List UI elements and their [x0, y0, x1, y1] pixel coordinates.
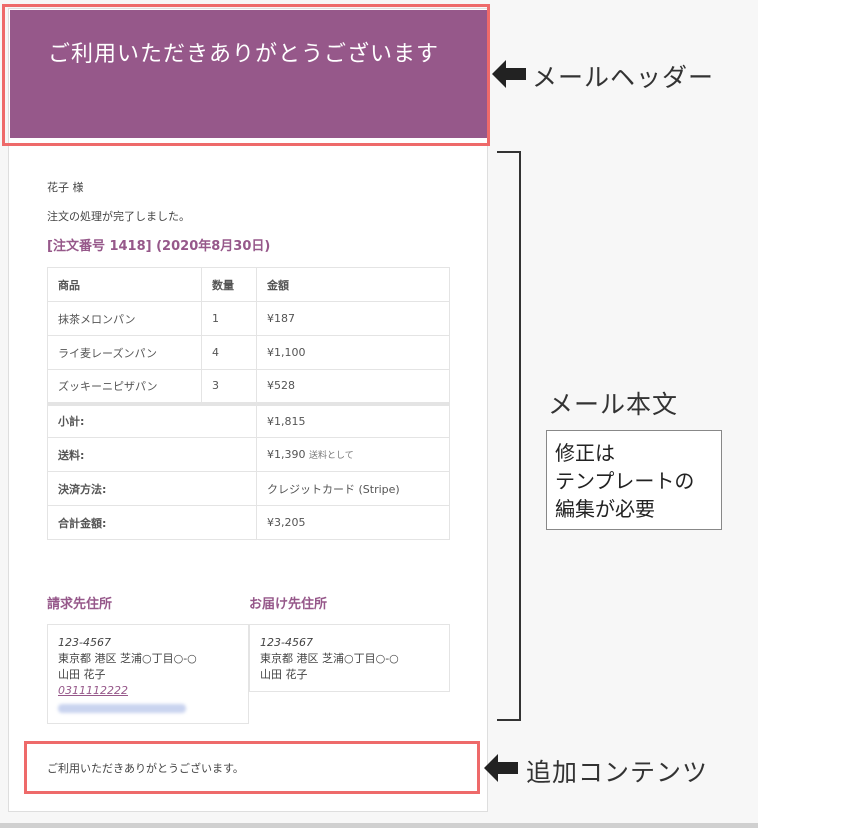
- totals-row: 決済方法: クレジットカード (Stripe): [47, 471, 450, 506]
- intro-text: 注文の処理が完了しました。: [47, 210, 190, 223]
- shipping-postal-code: 123-4567: [260, 636, 313, 649]
- column-header-qty: 数量: [201, 267, 257, 302]
- shipping-address-heading: お届け先住所: [249, 597, 328, 612]
- note-line: 編集が必要: [555, 497, 655, 521]
- totals-row: 小計: ¥1,815: [47, 401, 450, 438]
- totals-amount: ¥3,205: [267, 516, 306, 529]
- column-header-product: 商品: [47, 267, 202, 302]
- totals-row: 合計金額: ¥3,205: [47, 505, 450, 540]
- greeting-text: 花子 様: [47, 181, 84, 194]
- table-header-row: 商品 数量 金額: [47, 267, 450, 302]
- header-highlight-frame: [2, 4, 490, 146]
- totals-label: 決済方法:: [47, 471, 257, 506]
- shipping-street: 東京都 港区 芝浦○丁目○-○: [260, 652, 399, 665]
- totals-amount: クレジットカード (Stripe): [267, 482, 400, 496]
- template-edit-note: 修正は テンプレートの 編集が必要: [546, 430, 722, 530]
- footer-strip: [0, 823, 758, 828]
- billing-name: 山田 花子: [58, 668, 106, 681]
- billing-street: 東京都 港区 芝浦○丁目○-○: [58, 652, 197, 665]
- totals-label: 合計金額:: [47, 505, 257, 540]
- table-row: 抹茶メロンパン 1 ¥187: [47, 301, 450, 336]
- product-cell: ズッキーニピザパン: [47, 369, 202, 404]
- product-cell: 抹茶メロンパン: [47, 301, 202, 336]
- note-line: 修正は: [555, 441, 615, 465]
- billing-address-heading: 請求先住所: [47, 597, 113, 612]
- note-line: テンプレートの: [555, 469, 695, 493]
- additional-annotation-label: 追加コンテンツ: [526, 758, 709, 787]
- totals-value: ¥1,815: [256, 401, 450, 438]
- header-annotation-label: メールヘッダー: [532, 63, 715, 92]
- billing-postal-code: 123-4567: [58, 636, 111, 649]
- totals-amount: ¥1,815: [267, 414, 306, 428]
- shipping-name: 山田 花子: [260, 668, 308, 681]
- billing-phone-link[interactable]: 0311112222: [58, 683, 238, 699]
- body-annotation-label: メール本文: [548, 390, 679, 419]
- left-arrow-icon: [492, 60, 526, 88]
- price-cell: ¥528: [256, 369, 450, 404]
- table-row: ライ麦レーズンパン 4 ¥1,100: [47, 335, 450, 370]
- totals-label: 送料:: [47, 437, 257, 472]
- billing-email-redacted: [58, 704, 186, 713]
- left-arrow-icon: [484, 754, 518, 782]
- billing-address-box: 123-4567 東京都 港区 芝浦○丁目○-○ 山田 花子 031111222…: [47, 624, 249, 724]
- order-table: 商品 数量 金額 抹茶メロンパン 1 ¥187 ライ麦レーズンパン 4 ¥1,1…: [47, 267, 450, 540]
- totals-row: 送料: ¥1,390 送料として: [47, 437, 450, 472]
- order-heading: [注文番号 1418] (2020年8月30日): [47, 239, 271, 254]
- qty-cell: 1: [201, 301, 257, 336]
- price-cell: ¥187: [256, 301, 450, 336]
- shipping-note: 送料として: [309, 451, 354, 461]
- totals-value: ¥3,205: [256, 505, 450, 540]
- qty-cell: 3: [201, 369, 257, 404]
- body-bracket: [497, 151, 521, 721]
- qty-cell: 4: [201, 335, 257, 370]
- totals-value: クレジットカード (Stripe): [256, 471, 450, 506]
- totals-amount: ¥1,390: [267, 448, 306, 461]
- column-header-price: 金額: [256, 267, 450, 302]
- additional-content-highlight-frame: [24, 741, 480, 794]
- shipping-address-box: 123-4567 東京都 港区 芝浦○丁目○-○ 山田 花子: [249, 624, 450, 692]
- price-cell: ¥1,100: [256, 335, 450, 370]
- product-cell: ライ麦レーズンパン: [47, 335, 202, 370]
- totals-label: 小計:: [47, 401, 257, 438]
- table-row: ズッキーニピザパン 3 ¥528: [47, 369, 450, 404]
- totals-value: ¥1,390 送料として: [256, 437, 450, 472]
